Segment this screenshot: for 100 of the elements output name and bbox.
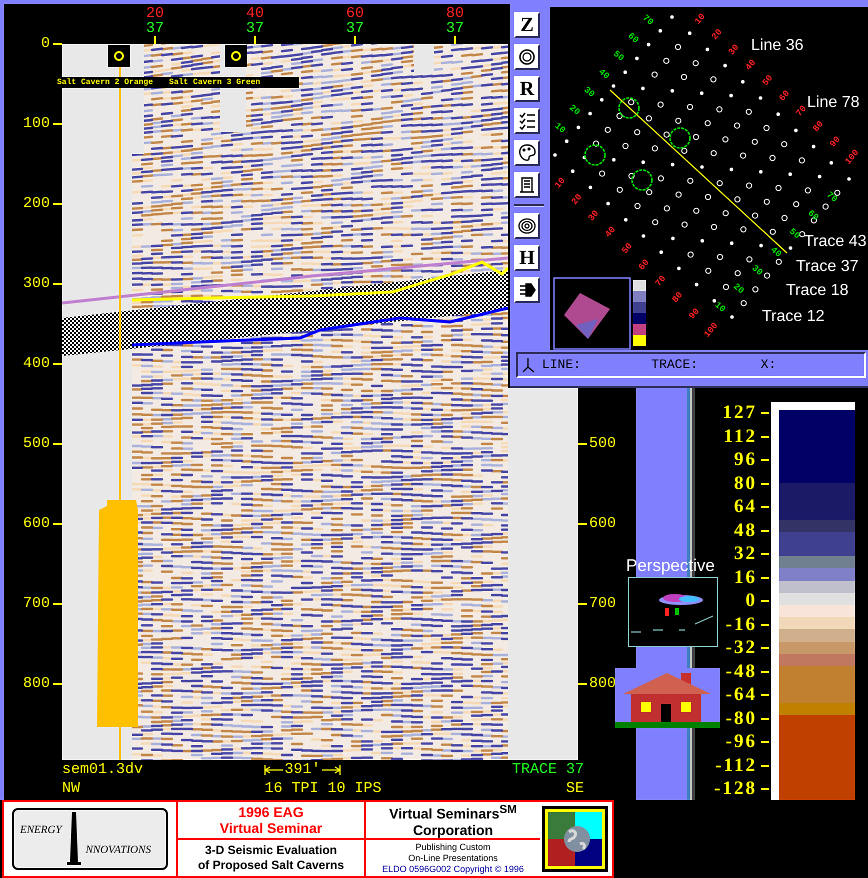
grid-number: 60 — [636, 258, 652, 272]
grid-number: 30 — [750, 263, 764, 278]
grid-number: 50 — [611, 48, 626, 64]
grid-number: 50 — [760, 73, 776, 88]
seminar-title: 1996 EAG — [238, 804, 304, 820]
trace-label: Trace 18 — [786, 282, 849, 299]
palette-icon — [518, 144, 536, 162]
trace-label: Trace 12 — [762, 308, 825, 325]
trace-number: 40 — [246, 6, 264, 21]
seminar-title: Virtual Seminar — [220, 820, 322, 836]
cavern-circle — [631, 169, 653, 191]
grid-number: 10 — [552, 176, 568, 191]
logo-text: NNOVATIONS — [86, 844, 151, 856]
grid-number: 50 — [787, 226, 802, 242]
line-number: 37 — [446, 21, 464, 36]
direction-label: SE — [566, 779, 584, 798]
grid-number: 30 — [582, 84, 596, 100]
status-field: X: — [760, 357, 864, 373]
grid-number: 60 — [777, 88, 792, 104]
tagline: Publishing Custom — [415, 842, 491, 852]
scale-label: -48 — [726, 662, 771, 680]
grid-number: 70 — [640, 12, 656, 28]
scroll-icon — [518, 176, 536, 194]
grid-number: 70 — [794, 104, 809, 119]
tool-button[interactable] — [514, 172, 540, 198]
cavern-marker — [108, 45, 130, 67]
plug-icon — [518, 281, 536, 299]
copyright-notice: ELDO 0596G002 Copyright © 1996 — [382, 864, 524, 874]
tagline: On-Line Presentations — [408, 852, 498, 864]
grid-number: 20 — [567, 102, 582, 118]
scale-label: -80 — [726, 710, 771, 728]
cavern-marker — [225, 45, 247, 67]
logo-text: ENERGY — [20, 824, 62, 836]
scale-length: 391′ — [284, 760, 320, 779]
grid-number: 100 — [843, 148, 862, 167]
line-label: Line 78 — [807, 94, 860, 111]
scale-label: 80 — [734, 474, 771, 492]
checklist-icon — [518, 112, 536, 130]
cavern-label: Salt Cavern 3 Green — [169, 77, 260, 88]
grid-number: 60 — [626, 30, 640, 46]
grid-number: 30 — [586, 208, 602, 224]
tick-mark — [254, 36, 256, 44]
cavern-circle — [618, 97, 640, 119]
trace-label: Trace 43 — [804, 233, 867, 250]
trace-number: 80 — [446, 6, 464, 21]
grid-number: 50 — [620, 241, 635, 256]
grid-number: 10 — [692, 12, 708, 27]
status-field: TRACE: — [651, 357, 755, 373]
grid-number: 40 — [744, 58, 758, 73]
company-name: Virtual Seminars$^{SM}$ — [389, 802, 517, 822]
cavern-circle — [669, 127, 691, 149]
mini-color-strip — [633, 280, 646, 346]
grid-number: 10 — [552, 120, 568, 136]
grid-number: 30 — [726, 42, 742, 58]
tool-button[interactable]: H — [514, 245, 540, 271]
globe-logo — [542, 806, 608, 872]
tick-mark — [154, 36, 156, 44]
line-number: 37 — [146, 21, 164, 36]
grid-number: 90 — [687, 306, 702, 322]
spiral-icon — [518, 217, 536, 235]
seminar-topic: of Proposed Salt Caverns — [198, 858, 344, 873]
grid-number: 20 — [731, 282, 746, 296]
line-number: 37 — [246, 21, 264, 36]
seminar-topic: 3-D Seismic Evaluation — [204, 843, 338, 858]
tool-button[interactable] — [514, 213, 540, 239]
scale-label: 16 — [734, 568, 771, 586]
grid-number: 40 — [603, 224, 618, 240]
tool-button[interactable] — [514, 108, 540, 134]
grid-number: 10 — [712, 300, 728, 315]
scale-label: -16 — [726, 616, 771, 634]
tool-button[interactable] — [514, 44, 540, 70]
grid-number: 90 — [828, 134, 843, 150]
company-name: Corporation — [412, 822, 494, 838]
trace-label: TRACE 37 — [512, 760, 584, 779]
scale-label: 48 — [734, 522, 771, 540]
tool-button[interactable] — [514, 140, 540, 166]
status-field: LINE: — [542, 357, 646, 373]
line-label: Line 36 — [751, 37, 804, 54]
trace-number: 60 — [346, 6, 364, 21]
cavern-circle — [584, 144, 606, 166]
tool-button[interactable] — [514, 277, 540, 303]
tick-mark — [354, 36, 356, 44]
tool-button[interactable]: Z — [514, 12, 540, 38]
tick-mark — [454, 36, 456, 44]
plot-settings: 16 TPI 10 IPS — [264, 779, 382, 798]
grid-number: 70 — [654, 274, 668, 289]
tool-button[interactable]: R — [514, 76, 540, 102]
grid-number: 100 — [702, 320, 720, 340]
cavern-label: Salt Cavern 2 Orange — [57, 77, 154, 88]
left-arrow-icon — [264, 764, 284, 776]
grid-number: 70 — [824, 190, 840, 205]
direction-label: NW — [62, 779, 82, 798]
right-arrow-icon — [320, 764, 340, 776]
grid-number: 20 — [570, 192, 584, 207]
grid-number: 80 — [670, 290, 685, 305]
grid-number: 80 — [811, 119, 826, 134]
trace-label: Trace 37 — [796, 258, 859, 275]
grid-number: 40 — [596, 66, 612, 82]
axes-icon — [522, 357, 536, 373]
line-number: 37 — [346, 21, 364, 36]
